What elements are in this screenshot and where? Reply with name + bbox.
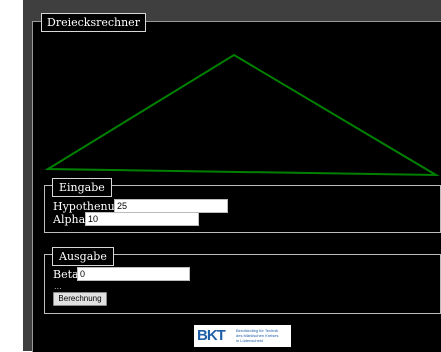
app-title: Dreiecksrechner xyxy=(41,13,146,32)
output-dots: ... xyxy=(54,282,62,291)
logo-mark: BKT xyxy=(197,327,226,344)
output-legend: Ausgabe xyxy=(52,247,114,266)
logo-text: Berufskolleg für Technik des Märkischen … xyxy=(236,328,290,343)
school-logo: BKT Berufskolleg für Technik des Märkisc… xyxy=(194,325,291,347)
beta-output[interactable] xyxy=(77,267,190,281)
input-legend: Eingabe xyxy=(52,178,112,197)
alpha-input[interactable] xyxy=(85,212,199,226)
triangle-shape xyxy=(44,53,440,177)
logo-line-3: in Lüdenscheid xyxy=(236,338,263,343)
hypotenuse-input[interactable] xyxy=(114,199,228,213)
calculate-button[interactable]: Berechnung xyxy=(53,292,107,306)
